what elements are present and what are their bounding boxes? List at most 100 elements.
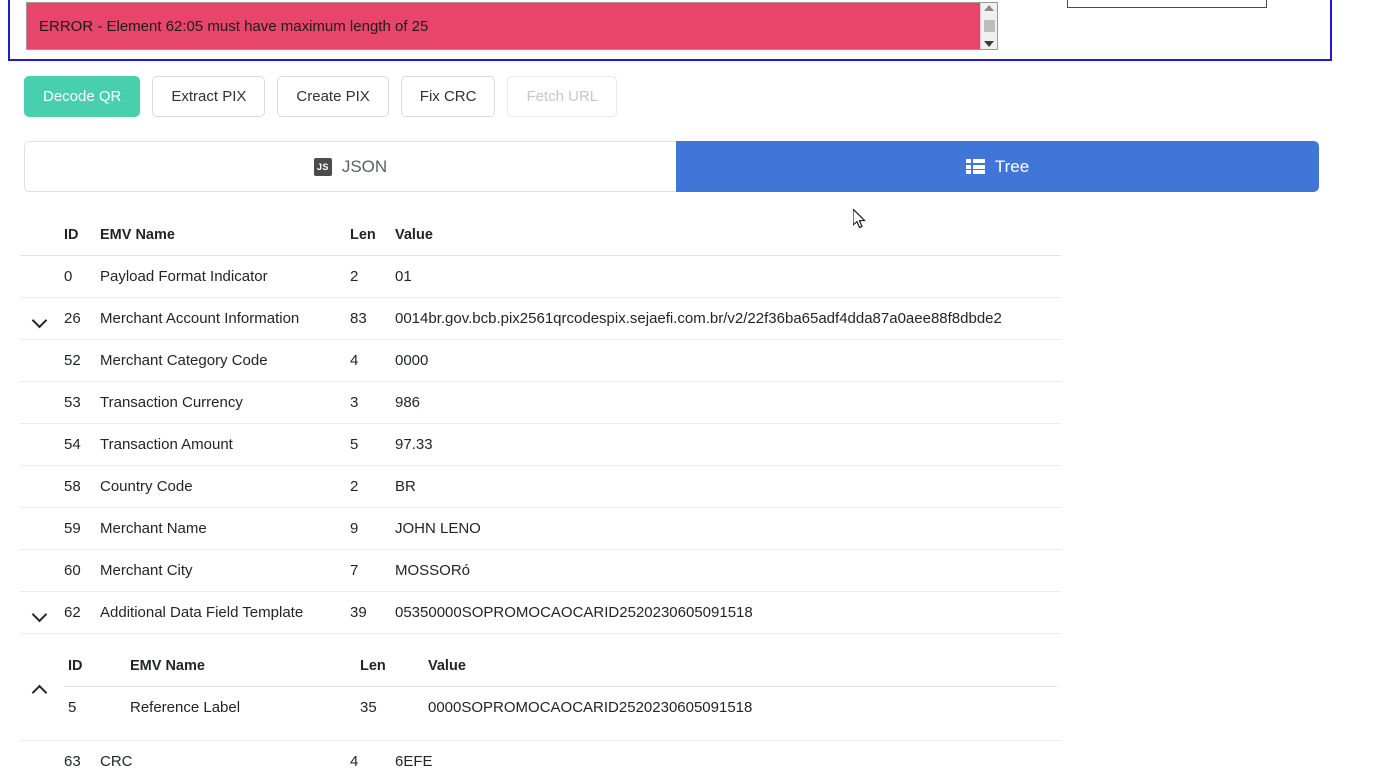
decoder-input-frame: ERROR - Element 62:05 must have maximum … <box>8 0 1332 61</box>
extract-pix-button[interactable]: Extract PIX <box>152 76 266 117</box>
row-id: 60 <box>60 549 96 592</box>
nested-row-len: 35 <box>360 699 377 716</box>
row-value: 01 <box>391 255 1061 298</box>
row-value: BR <box>391 465 1061 508</box>
nested-collapse-cell[interactable] <box>20 633 60 741</box>
nested-header-row: ID EMV Name Len Value <box>64 646 1057 687</box>
list-view-icon <box>965 159 985 174</box>
row-value: 0000 <box>391 339 1061 382</box>
table-row[interactable]: 63 CRC 4 6EFE <box>20 740 1061 781</box>
tab-json[interactable]: JS JSON <box>24 141 676 192</box>
qr-code-preview-box[interactable] <box>1067 0 1267 8</box>
scroll-up-arrow-icon[interactable] <box>984 5 994 11</box>
table-row[interactable]: 52 Merchant Category Code 4 0000 <box>20 339 1061 382</box>
table-row[interactable]: 26 Merchant Account Information 83 0014b… <box>20 297 1061 340</box>
expand-column-header <box>20 215 60 256</box>
scroll-down-arrow-icon[interactable] <box>984 41 994 47</box>
row-expand-cell[interactable] <box>20 591 60 634</box>
tab-json-label: JSON <box>341 156 388 176</box>
row-name: Transaction Currency <box>96 381 346 424</box>
row-name: Country Code <box>96 465 346 508</box>
row-id: 63 <box>60 740 96 781</box>
row-name: CRC <box>96 740 346 781</box>
error-message-scrollbar[interactable] <box>980 3 997 49</box>
nested-header-len: Len <box>356 646 424 687</box>
nested-header-id: ID <box>64 646 126 687</box>
table-row[interactable]: 0 Payload Format Indicator 2 01 <box>20 255 1061 298</box>
table-row[interactable]: 58 Country Code 2 BR <box>20 465 1061 508</box>
row-id: 26 <box>60 297 96 340</box>
row-len: 2 <box>346 465 391 508</box>
row-id: 53 <box>60 381 96 424</box>
fix-crc-button[interactable]: Fix CRC <box>400 76 496 117</box>
row-id: 52 <box>60 339 96 382</box>
row-value: JOHN LENO <box>391 507 1061 550</box>
header-value: Value <box>391 215 1061 256</box>
row-len: 3 <box>346 381 391 424</box>
emv-tree-table-container: ID EMV Name Len Value 0 Payload Format I… <box>20 215 1061 781</box>
nested-row-value: 0000SOPROMOCAOCARID2520230605091518 <box>428 699 753 716</box>
row-value: 986 <box>391 381 1061 424</box>
row-id: 59 <box>60 507 96 550</box>
decode-qr-button[interactable]: Decode QR <box>24 76 141 117</box>
nested-header-value: Value <box>424 646 1057 687</box>
row-expand-cell[interactable] <box>20 297 60 340</box>
table-row[interactable]: 62 Additional Data Field Template 39 053… <box>20 591 1061 634</box>
action-toolbar: Decode QR Extract PIX Create PIX Fix CRC… <box>24 76 618 117</box>
nested-row-name: Reference Label <box>130 699 241 716</box>
row-value: 6EFE <box>391 740 1061 781</box>
header-name: EMV Name <box>96 215 346 256</box>
row-expand-cell <box>20 339 60 382</box>
row-len: 83 <box>346 297 391 340</box>
emv-tree-table: ID EMV Name Len Value 0 Payload Format I… <box>20 215 1061 781</box>
row-expand-cell <box>20 423 60 466</box>
row-id: 62 <box>60 591 96 634</box>
row-expand-cell <box>20 507 60 550</box>
table-row[interactable]: 59 Merchant Name 9 JOHN LENO <box>20 507 1061 550</box>
error-message-text: ERROR - Element 62:05 must have maximum … <box>39 17 429 35</box>
row-name: Transaction Amount <box>96 423 346 466</box>
row-len: 2 <box>346 255 391 298</box>
row-name: Additional Data Field Template <box>96 591 346 634</box>
nested-data-row[interactable]: 5 Reference Label 35 0000SOPROMOCAOCARID… <box>64 687 1057 729</box>
row-len: 7 <box>346 549 391 592</box>
row-value: 05350000SOPROMOCAOCARID2520230605091518 <box>391 591 1061 634</box>
row-len: 39 <box>346 591 391 634</box>
chevron-down-icon[interactable] <box>33 609 47 617</box>
row-name: Payload Format Indicator <box>96 255 346 298</box>
nested-table-row: ID EMV Name Len Value 5 Reference Label <box>20 633 1061 741</box>
row-name: Merchant Name <box>96 507 346 550</box>
nested-table-cell: ID EMV Name Len Value 5 Reference Label <box>60 633 1061 741</box>
app-root: ERROR - Element 62:05 must have maximum … <box>0 0 1377 781</box>
table-row[interactable]: 60 Merchant City 7 MOSSORó <box>20 549 1061 592</box>
header-len: Len <box>346 215 391 256</box>
tab-tree[interactable]: Tree <box>676 141 1319 192</box>
row-expand-cell <box>20 381 60 424</box>
nested-header-name: EMV Name <box>126 646 356 687</box>
chevron-down-icon[interactable] <box>33 315 47 323</box>
table-row[interactable]: 54 Transaction Amount 5 97.33 <box>20 423 1061 466</box>
row-expand-cell <box>20 740 60 781</box>
tab-tree-label: Tree <box>994 156 1030 176</box>
scrollbar-thumb[interactable] <box>983 20 995 32</box>
nested-row-id: 5 <box>68 699 77 716</box>
row-name: Merchant City <box>96 549 346 592</box>
row-id: 54 <box>60 423 96 466</box>
row-len: 5 <box>346 423 391 466</box>
nested-emv-table: ID EMV Name Len Value 5 Reference Label <box>64 646 1057 728</box>
create-pix-button[interactable]: Create PIX <box>277 76 389 117</box>
row-expand-cell <box>20 549 60 592</box>
row-name: Merchant Category Code <box>96 339 346 382</box>
row-len: 9 <box>346 507 391 550</box>
js-badge-icon: JS <box>313 157 332 176</box>
row-expand-cell <box>20 465 60 508</box>
error-message-box[interactable]: ERROR - Element 62:05 must have maximum … <box>26 2 998 50</box>
row-name: Merchant Account Information <box>96 297 346 340</box>
row-value: 0014br.gov.bcb.pix2561qrcodespix.sejaefi… <box>391 297 1061 340</box>
table-header-row: ID EMV Name Len Value <box>20 215 1061 256</box>
row-id: 58 <box>60 465 96 508</box>
table-row[interactable]: 53 Transaction Currency 3 986 <box>20 381 1061 424</box>
row-expand-cell <box>20 255 60 298</box>
chevron-up-icon[interactable] <box>33 684 47 692</box>
row-len: 4 <box>346 339 391 382</box>
